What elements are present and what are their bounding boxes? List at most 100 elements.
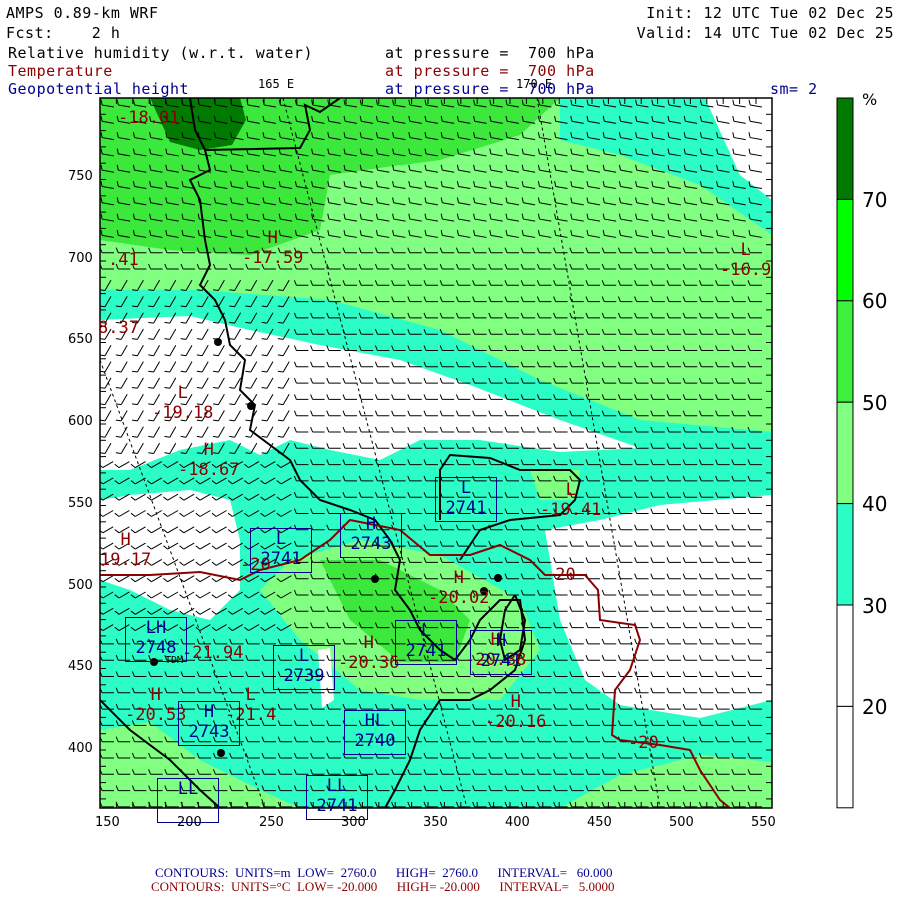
height-extremum-box: L 2741	[435, 477, 497, 522]
colorbar-label: 40	[862, 492, 888, 517]
temperature-extremum-label: H -17.59	[242, 228, 303, 268]
extremum-marker: L	[740, 240, 751, 260]
colorbar-segment	[836, 503, 854, 606]
temperature-extremum-label: H 19.17	[100, 530, 151, 570]
extremum-marker: L	[177, 383, 188, 403]
temperature-extremum-label: 8.37	[98, 318, 139, 338]
height-extremum-box: L 2739	[273, 645, 335, 690]
colorbar-segment	[836, 198, 854, 302]
y-tick-label: 600	[68, 414, 93, 430]
footer-h-low: LOW= 2760.0	[297, 865, 377, 880]
temperature-extremum-label: .41	[108, 250, 139, 270]
station-dot	[494, 574, 502, 582]
y-tick-label: 750	[68, 169, 93, 184]
temperature-value: -21.94	[182, 643, 244, 663]
footer-t-contours: CONTOURS:	[151, 879, 225, 894]
extremum-marker: H	[510, 692, 521, 712]
temperature-extremum-label: -18.01	[118, 108, 179, 128]
extremum-marker: H	[363, 633, 374, 653]
temperature-value: 19.17	[100, 550, 152, 570]
height-value: 2743	[350, 534, 392, 554]
footer-height-contours: CONTOURS: UNITS=m LOW= 2760.0 HIGH= 2760…	[155, 866, 613, 880]
height-extremum-box: HL 2740	[344, 710, 406, 755]
footer-t-units: UNITS=°C	[230, 879, 291, 894]
x-tick-label: 200	[177, 815, 202, 830]
temperature-value: 8.37	[98, 318, 139, 338]
colorbar-segment	[836, 604, 854, 707]
temperature-value: -16.9	[720, 260, 772, 280]
temperature-extremum-label: H -20.02	[428, 568, 489, 608]
x-tick-label: 300	[341, 815, 366, 830]
footer-t-high: HIGH= -20.000	[396, 879, 480, 894]
y-tick-label: 550	[68, 495, 93, 511]
temperature-value: -20	[545, 565, 576, 585]
extremum-marker: L	[275, 529, 287, 549]
colorbar-label: 60	[862, 289, 888, 314]
y-tick-label: 450	[68, 659, 93, 675]
x-tick-label: 250	[259, 815, 284, 830]
x-tick-label: 450	[587, 815, 612, 830]
footer-h-units: UNITS=m	[234, 865, 291, 880]
colorbar-segment	[836, 705, 854, 809]
station-label-tdm: TDM	[165, 655, 184, 666]
map-canvas	[99, 97, 854, 809]
extremum-marker: HL	[364, 711, 386, 731]
x-tick-label: 400	[505, 815, 530, 830]
extremum-marker: H	[120, 530, 131, 550]
colorbar-segment	[836, 401, 854, 505]
height-value: 2741	[260, 549, 302, 569]
colorbar-label: 70	[862, 188, 888, 212]
temperature-extremum-label: L -19.18	[152, 383, 213, 423]
footer-t-interval: INTERVAL= 5.0000	[499, 879, 615, 894]
colorbar-unit: %	[862, 90, 878, 109]
temperature-extremum-label: H -20.36	[338, 633, 399, 673]
colorbar-label: 50	[862, 390, 888, 415]
temperature-value: -19.41	[540, 500, 602, 520]
station-dot	[371, 575, 379, 583]
extremum-marker: H	[267, 228, 278, 248]
temperature-value: .41	[108, 250, 139, 270]
extremum-marker: H	[453, 568, 464, 588]
footer-temp-contours: CONTOURS: UNITS=°C LOW= -20.000 HIGH= -2…	[151, 880, 614, 894]
height-extremum-box: LL 2741	[306, 775, 368, 820]
colorbar-segment	[836, 97, 854, 200]
temperature-value: -20.02	[428, 588, 490, 608]
temperature-extremum-label: -21.94	[182, 643, 243, 663]
y-tick-label: 500	[68, 577, 93, 593]
extremum-marker: L	[565, 480, 576, 500]
x-tick-label: 150	[95, 815, 120, 830]
extremum-marker: L	[460, 478, 472, 498]
height-extremum-box: H 2741	[470, 630, 532, 675]
weather-map-figure: AMPS 0.89-km WRF Fcst: 2 h Init: 12 UTC …	[0, 0, 900, 900]
height-extremum-box: H 2743	[340, 513, 402, 558]
footer-h-interval: INTERVAL= 60.000	[497, 865, 613, 880]
temperature-value: -20.16	[485, 712, 547, 732]
x-tick-label: 550	[751, 815, 776, 830]
extremum-marker: H	[203, 440, 214, 460]
height-value: 2741	[445, 498, 487, 518]
height-extremum-box: H 2743	[178, 701, 240, 746]
colorbar-label: 30	[862, 593, 888, 618]
temperature-value: -18.67	[178, 460, 240, 480]
y-tick-label: 700	[68, 250, 93, 266]
extremum-marker: H	[495, 631, 507, 651]
temperature-value: -20.36	[338, 653, 400, 673]
x-tick-label: 500	[669, 815, 694, 830]
temperature-extremum-label: L -16.9	[720, 240, 771, 280]
footer-h-high: HIGH= 2760.0	[395, 865, 478, 880]
height-value: 2740	[354, 731, 396, 751]
colorbar	[836, 97, 854, 809]
temperature-extremum-label: L -19.41	[540, 480, 601, 520]
footer-h-contours: CONTOURS:	[155, 865, 229, 880]
extremum-marker: LL	[326, 776, 348, 796]
height-value: 2741	[405, 641, 447, 661]
temperature-extremum-label: H -18.67	[178, 440, 239, 480]
extremum-marker: LL	[177, 779, 199, 799]
extremum-marker: L	[420, 621, 432, 641]
height-value: 2741	[480, 651, 522, 671]
temperature-value: -18.01	[118, 108, 180, 128]
temperature-value: -17.59	[242, 248, 304, 268]
temperature-value: -20	[628, 733, 659, 753]
extremum-marker: H	[365, 514, 377, 534]
footer-t-low: LOW= -20.000	[296, 879, 378, 894]
